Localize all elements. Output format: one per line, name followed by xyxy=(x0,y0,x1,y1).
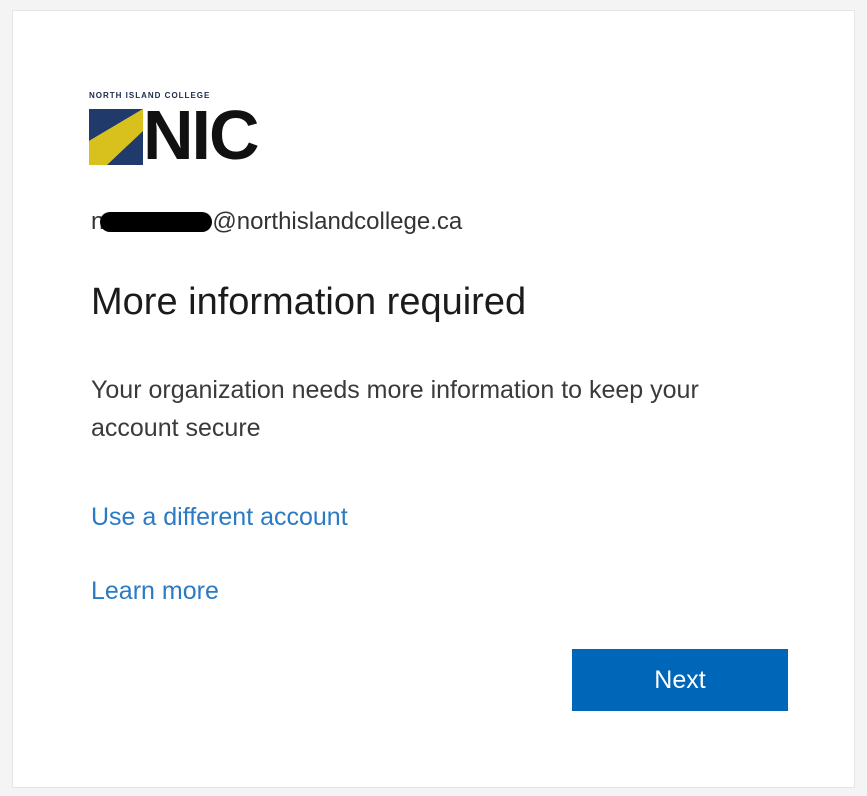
logo-mark-icon xyxy=(89,109,143,165)
page: NORTH ISLAND COLLEGE NIC n @northislandc… xyxy=(0,0,867,796)
learn-more-link[interactable]: Learn more xyxy=(91,577,219,606)
redaction-mark xyxy=(100,212,213,232)
use-different-account-link[interactable]: Use a different account xyxy=(91,503,348,532)
account-identifier: n @northislandcollege.ca xyxy=(91,207,462,237)
north-island-college-logo: NORTH ISLAND COLLEGE NIC xyxy=(89,91,289,181)
account-domain: @northislandcollege.ca xyxy=(212,208,463,235)
logo-wordmark: NIC xyxy=(143,96,260,174)
page-title: More information required xyxy=(91,281,527,323)
next-button[interactable]: Next xyxy=(572,649,788,711)
description-text: Your organization needs more information… xyxy=(91,376,699,442)
sign-in-card: NORTH ISLAND COLLEGE NIC n @northislandc… xyxy=(12,10,855,788)
